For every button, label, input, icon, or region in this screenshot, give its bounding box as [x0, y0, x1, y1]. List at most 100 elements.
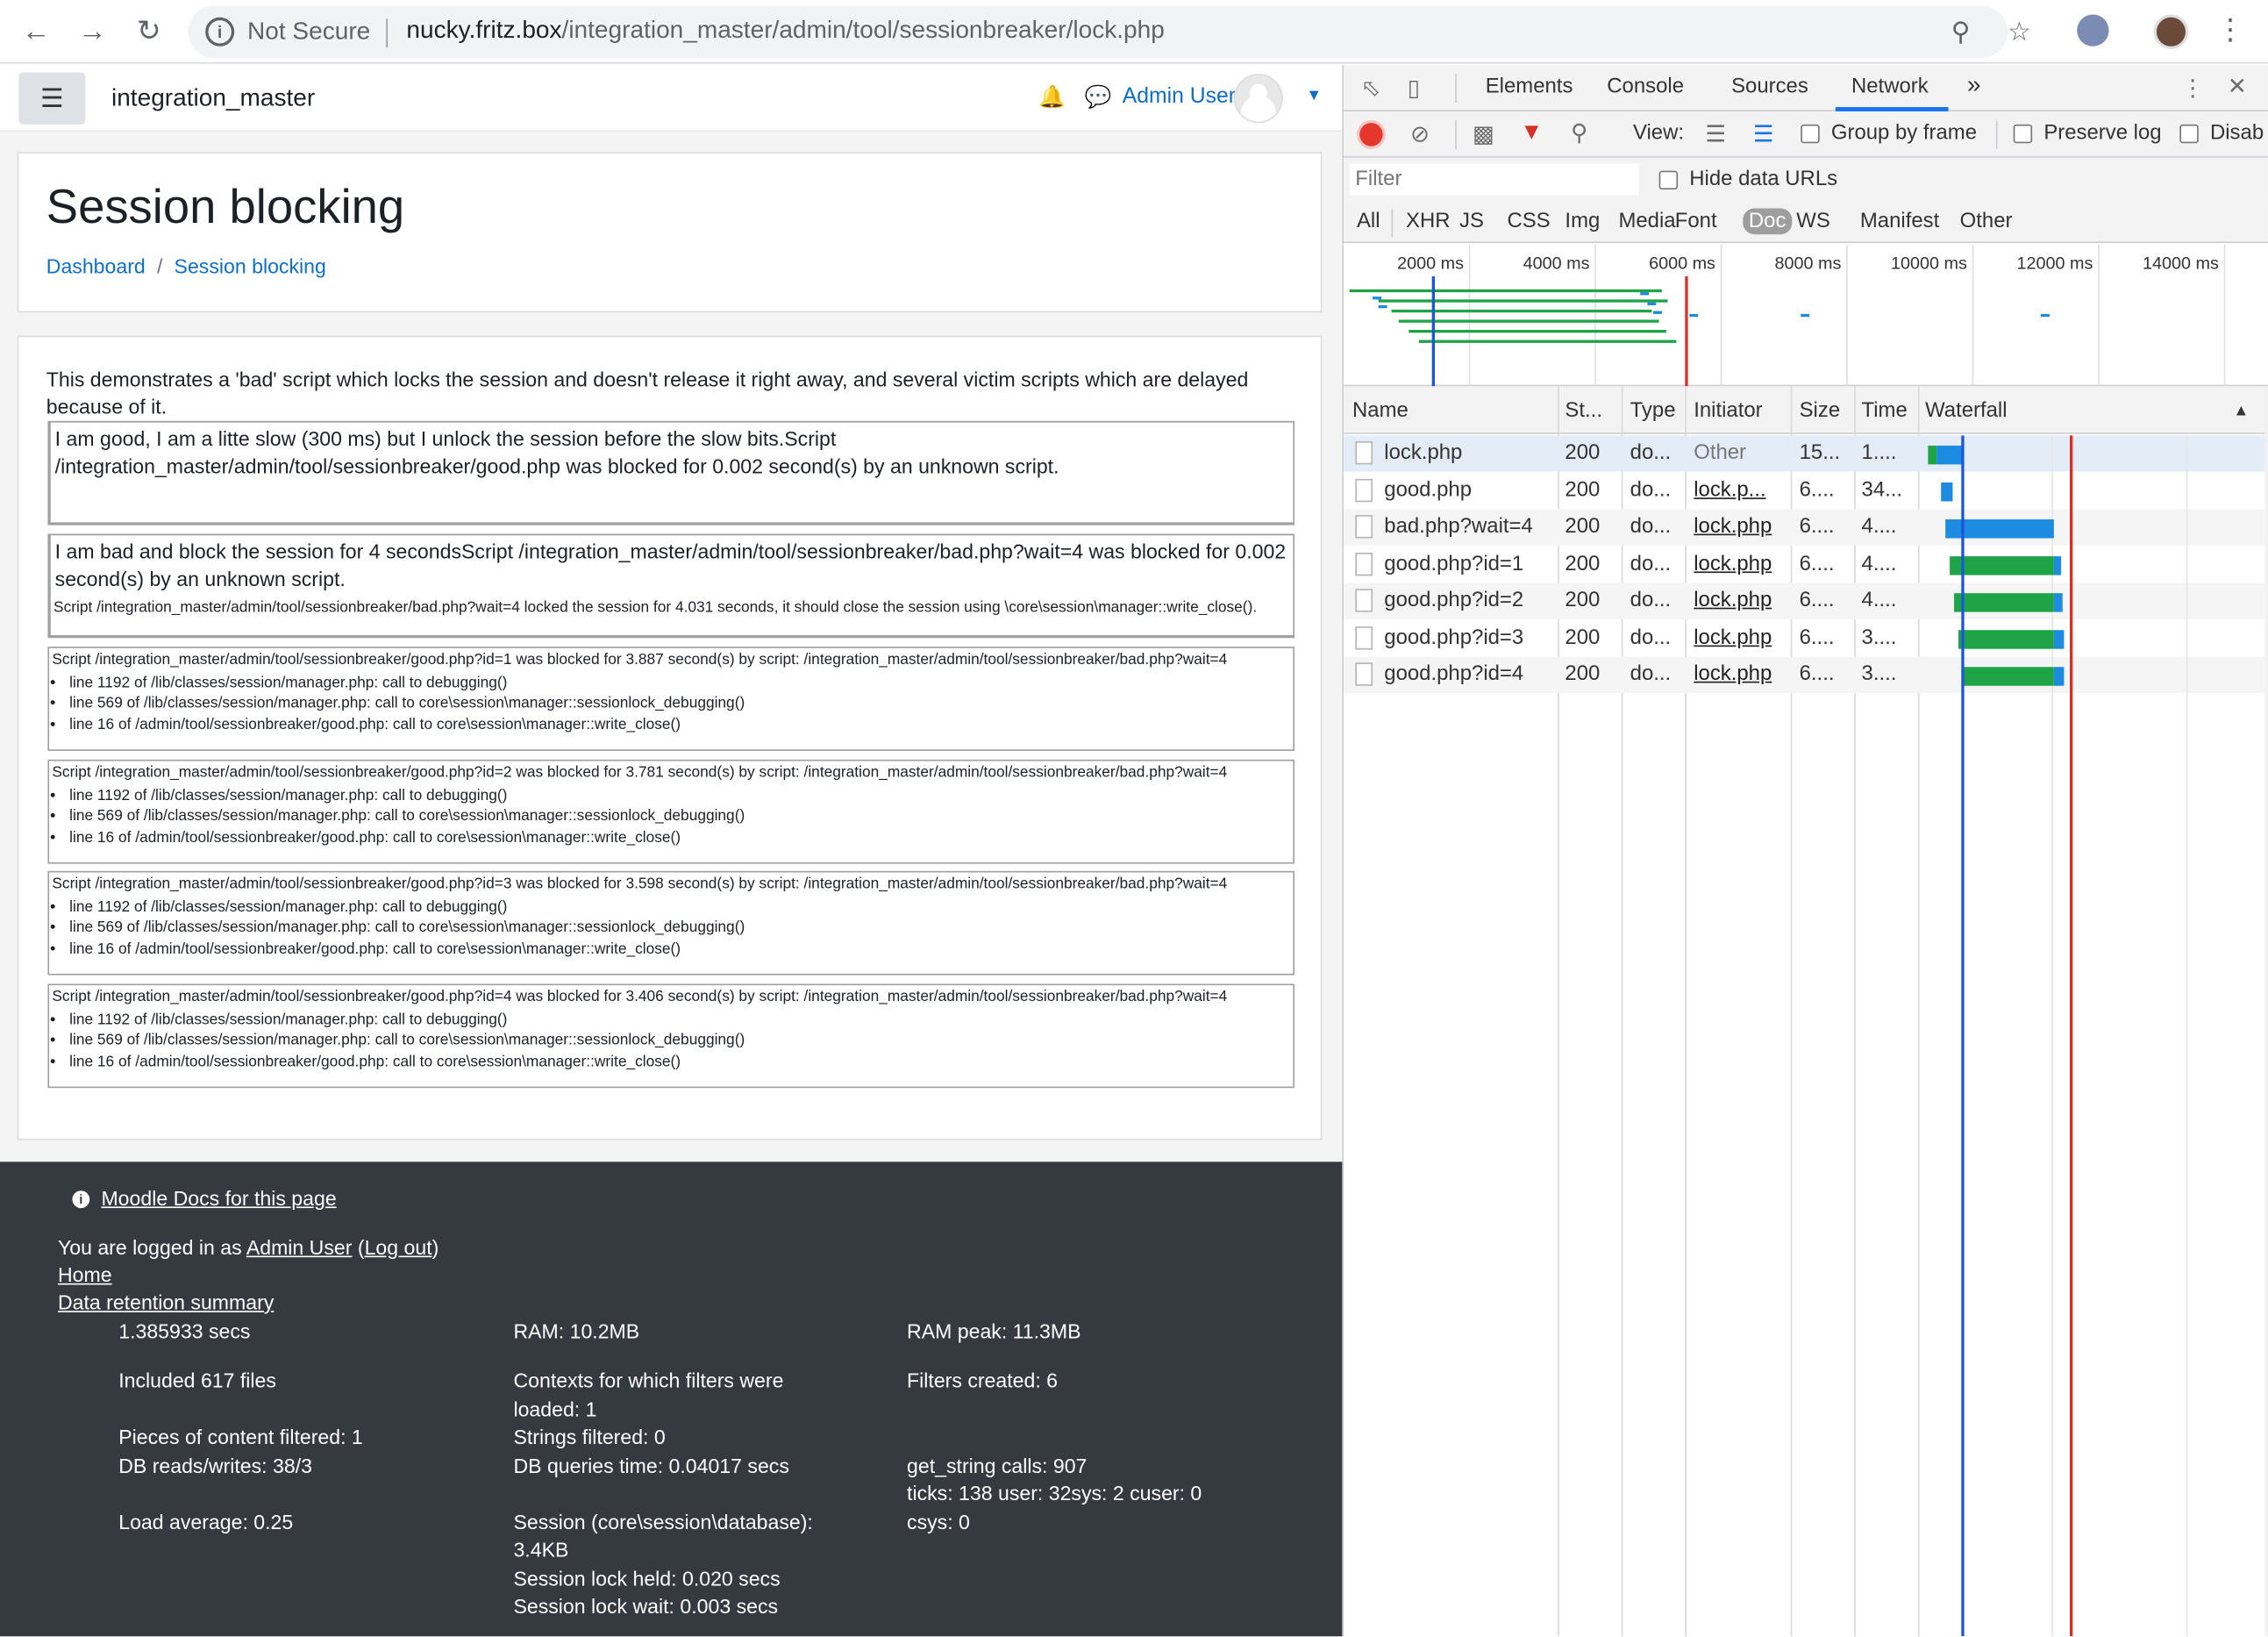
waterfall-view-icon[interactable]: ☰: [1753, 120, 1774, 149]
backtrace-line: line 16 of /admin/tool/sessionbreaker/go…: [69, 714, 1293, 735]
request-initiator[interactable]: lock.p...: [1694, 478, 1787, 501]
iframe-good-id1[interactable]: Script /integration_master/admin/tool/se…: [47, 647, 1295, 751]
search-icon[interactable]: ⚲: [1571, 118, 1587, 147]
bell-icon[interactable]: 🔔: [1038, 84, 1066, 110]
inspect-element-icon[interactable]: ⬁: [1361, 74, 1380, 103]
url-path: /integration_master/admin/tool/sessionbr…: [561, 16, 1165, 44]
table-scrollbar[interactable]: [2264, 386, 2268, 1637]
waterfall-bar[interactable]: [1941, 483, 1953, 502]
logout-link[interactable]: Log out: [365, 1235, 432, 1258]
tab-network[interactable]: Network: [1851, 75, 1929, 98]
iframe-good[interactable]: I am good, I am a litte slow (300 ms) bu…: [47, 420, 1295, 525]
filter-type-xhr[interactable]: XHR: [1400, 208, 1456, 234]
filter-input[interactable]: [1349, 163, 1639, 196]
waterfall-bar[interactable]: [1950, 556, 2054, 575]
zoom-icon[interactable]: ⚲: [1951, 18, 1971, 48]
record-icon[interactable]: [1359, 123, 1383, 147]
breadcrumb-dashboard[interactable]: Dashboard: [46, 254, 146, 277]
request-name[interactable]: good.php?id=4: [1384, 662, 1555, 685]
preserve-log-checkbox[interactable]: [2013, 124, 2033, 144]
chat-icon[interactable]: 💬: [1085, 84, 1112, 110]
waterfall-bar[interactable]: [2053, 593, 2063, 612]
col-status[interactable]: St...: [1565, 399, 1602, 422]
request-name[interactable]: lock.php: [1384, 441, 1555, 464]
filter-type-ws[interactable]: WS: [1791, 208, 1837, 234]
iframe-good-id4[interactable]: Script /integration_master/admin/tool/se…: [47, 983, 1295, 1089]
request-initiator[interactable]: lock.php: [1694, 552, 1787, 575]
request-name[interactable]: bad.php?wait=4: [1384, 515, 1555, 538]
request-name[interactable]: good.php: [1384, 478, 1555, 501]
group-by-frame-checkbox[interactable]: [1801, 124, 1820, 144]
info-icon[interactable]: i: [205, 17, 235, 46]
waterfall-bar[interactable]: [2053, 556, 2062, 575]
filter-type-css[interactable]: CSS: [1501, 208, 1556, 234]
arrow-left-icon[interactable]: ←: [18, 13, 55, 51]
filter-type-other[interactable]: Other: [1954, 208, 2018, 234]
url-text[interactable]: nucky.fritz.box/integration_master/admin…: [406, 16, 1164, 45]
reload-icon[interactable]: ↻: [130, 13, 168, 51]
settings-dots-icon[interactable]: ⋮: [2181, 74, 2204, 103]
waterfall-bar[interactable]: [2053, 630, 2065, 649]
omnibox-divider: [386, 18, 388, 48]
request-initiator[interactable]: lock.php: [1694, 515, 1787, 538]
overview-time-label: 6000 ms: [1649, 254, 1715, 274]
col-time[interactable]: Time: [1862, 399, 1908, 422]
home-link[interactable]: Home: [58, 1263, 112, 1286]
iframe-good-id3[interactable]: Script /integration_master/admin/tool/se…: [47, 870, 1295, 976]
close-icon[interactable]: ✕: [2228, 72, 2247, 101]
logged-in-info: You are logged in as Admin User (Log out…: [57, 1235, 439, 1259]
user-menu-name[interactable]: Admin User: [1123, 84, 1236, 109]
caret-down-icon[interactable]: ▼: [1306, 87, 1322, 104]
tab-elements[interactable]: Elements: [1486, 75, 1573, 98]
waterfall-bar[interactable]: [1928, 445, 1937, 465]
waterfall-bar[interactable]: [1954, 593, 2054, 612]
list-view-icon[interactable]: ☰: [1705, 120, 1726, 149]
request-name[interactable]: good.php?id=2: [1384, 589, 1555, 611]
hide-data-urls-checkbox[interactable]: [1658, 170, 1679, 190]
logged-in-user-link[interactable]: Admin User: [246, 1235, 353, 1258]
menu-dots-icon[interactable]: ⋮: [2216, 11, 2245, 47]
filter-type-manifest[interactable]: Manifest: [1854, 208, 1945, 234]
request-name[interactable]: good.php?id=3: [1384, 625, 1555, 648]
disable-cache-checkbox[interactable]: [2179, 124, 2199, 144]
iframe-good-id2[interactable]: Script /integration_master/admin/tool/se…: [47, 759, 1295, 864]
filter-icon[interactable]: ▼: [1520, 120, 1543, 147]
user-avatar[interactable]: [1233, 74, 1283, 124]
filter-type-all[interactable]: All: [1351, 208, 1386, 234]
tab-console[interactable]: Console: [1607, 75, 1684, 98]
site-name[interactable]: integration_master: [111, 84, 315, 113]
star-icon[interactable]: ☆: [2008, 18, 2031, 48]
waterfall-bar[interactable]: [2053, 667, 2065, 686]
request-initiator[interactable]: lock.php: [1694, 625, 1787, 648]
extension-icon[interactable]: [2077, 14, 2109, 46]
request-initiator[interactable]: lock.php: [1694, 662, 1787, 685]
tab-sources[interactable]: Sources: [1731, 75, 1808, 98]
request-initiator[interactable]: lock.php: [1694, 589, 1787, 611]
moodle-docs-link[interactable]: Moodle Docs for this page: [101, 1186, 336, 1209]
frame-main-text: I am bad and block the session for 4 sec…: [54, 540, 1287, 590]
waterfall-bar[interactable]: [1958, 630, 2054, 649]
more-tabs-icon[interactable]: »: [1967, 71, 1981, 100]
arrow-right-icon[interactable]: →: [74, 13, 111, 51]
col-name[interactable]: Name: [1352, 399, 1409, 422]
filter-type-doc[interactable]: Doc: [1743, 208, 1793, 235]
profile-avatar[interactable]: [2153, 14, 2189, 50]
col-initiator[interactable]: Initiator: [1694, 399, 1762, 422]
data-retention-link[interactable]: Data retention summary: [58, 1290, 274, 1313]
col-size[interactable]: Size: [1800, 399, 1841, 422]
camera-icon[interactable]: ▩: [1473, 120, 1494, 149]
clear-icon[interactable]: ⊘: [1410, 120, 1430, 149]
hamburger-menu-icon[interactable]: ☰: [18, 72, 86, 125]
device-toolbar-icon[interactable]: ▯: [1408, 74, 1421, 103]
iframe-bad[interactable]: I am bad and block the session for 4 sec…: [47, 533, 1295, 639]
waterfall-bar[interactable]: [1962, 667, 2054, 686]
filter-type-img[interactable]: Img: [1559, 208, 1606, 234]
breadcrumb-session-blocking[interactable]: Session blocking: [175, 254, 326, 277]
filter-type-font[interactable]: Font: [1669, 208, 1722, 234]
waterfall-bar[interactable]: [1936, 445, 1963, 465]
filter-type-js[interactable]: JS: [1453, 208, 1489, 234]
col-type[interactable]: Type: [1630, 399, 1676, 422]
network-overview[interactable]: 2000 ms 4000 ms 6000 ms 8000 ms 10000 ms 1200…: [1344, 244, 2268, 387]
request-name[interactable]: good.php?id=1: [1384, 552, 1555, 575]
address-bar[interactable]: i Not Secure nucky.fritz.box/integration…: [188, 5, 2031, 58]
